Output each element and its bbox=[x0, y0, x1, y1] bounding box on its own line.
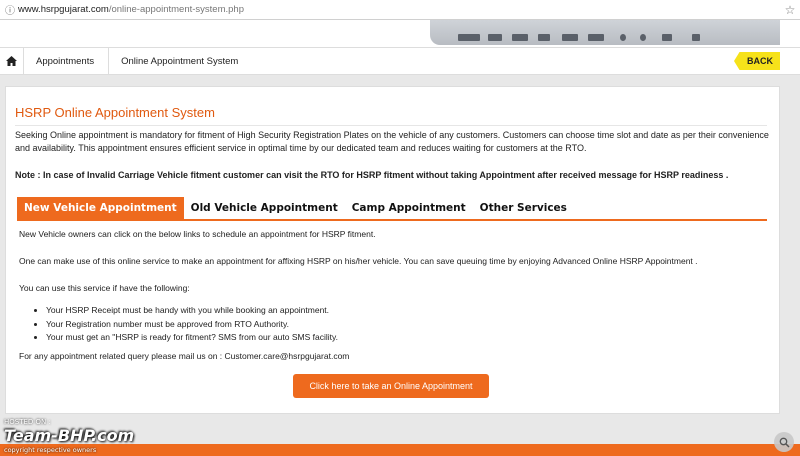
tab-old-vehicle[interactable]: Old Vehicle Appointment bbox=[184, 197, 345, 219]
zoom-icon[interactable] bbox=[774, 432, 794, 452]
content-line: You can use this service if have the fol… bbox=[19, 283, 190, 293]
browser-address-bar[interactable]: ⓘ www.hsrpgujarat.com/online-appointment… bbox=[0, 0, 800, 20]
laptop-side-image bbox=[430, 20, 780, 45]
back-button[interactable]: BACK bbox=[734, 52, 780, 70]
tab-camp[interactable]: Camp Appointment bbox=[345, 197, 473, 219]
service-tabs: New Vehicle Appointment Old Vehicle Appo… bbox=[17, 197, 767, 221]
list-item: Your Registration number must be approve… bbox=[46, 318, 338, 332]
contact-text: For any appointment related query please… bbox=[19, 351, 350, 361]
breadcrumb-current: Online Appointment System bbox=[121, 55, 239, 67]
online-appointment-button[interactable]: Click here to take an Online Appointment bbox=[293, 374, 489, 398]
breadcrumb: Appointments Online Appointment System B… bbox=[0, 47, 800, 75]
watermark-brand: Team-BHP.com bbox=[4, 426, 135, 445]
content-line: One can make use of this online service … bbox=[19, 256, 698, 266]
list-item: Your must get an "HSRP is ready for fitm… bbox=[46, 331, 338, 345]
header-banner bbox=[0, 20, 800, 47]
note-text: Note : In case of Invalid Carriage Vehic… bbox=[15, 170, 729, 180]
footer-bar bbox=[0, 444, 800, 456]
appointment-panel: HSRP Online Appointment System Seeking O… bbox=[5, 86, 780, 414]
tab-new-vehicle[interactable]: New Vehicle Appointment bbox=[17, 197, 184, 219]
requirements-list: Your HSRP Receipt must be handy with you… bbox=[46, 304, 338, 345]
url-host: www.hsrpgujarat.com bbox=[18, 4, 109, 15]
content-line: New Vehicle owners can click on the belo… bbox=[19, 229, 376, 239]
url-text[interactable]: www.hsrpgujarat.com/online-appointment-s… bbox=[18, 4, 780, 15]
info-icon[interactable]: ⓘ bbox=[2, 2, 18, 17]
watermark-hosted: HOSTED ON : bbox=[4, 418, 51, 426]
watermark-copyright: copyright respective owners bbox=[4, 446, 97, 454]
url-path: /online-appointment-system.php bbox=[108, 4, 244, 15]
breadcrumb-appointments[interactable]: Appointments bbox=[24, 48, 110, 74]
page-title: HSRP Online Appointment System bbox=[15, 105, 215, 120]
home-icon[interactable] bbox=[0, 48, 24, 74]
title-divider bbox=[15, 125, 767, 126]
intro-text: Seeking Online appointment is mandatory … bbox=[15, 130, 769, 153]
tab-other-services[interactable]: Other Services bbox=[473, 197, 574, 219]
list-item: Your HSRP Receipt must be handy with you… bbox=[46, 304, 338, 318]
star-icon[interactable]: ☆ bbox=[780, 3, 800, 17]
